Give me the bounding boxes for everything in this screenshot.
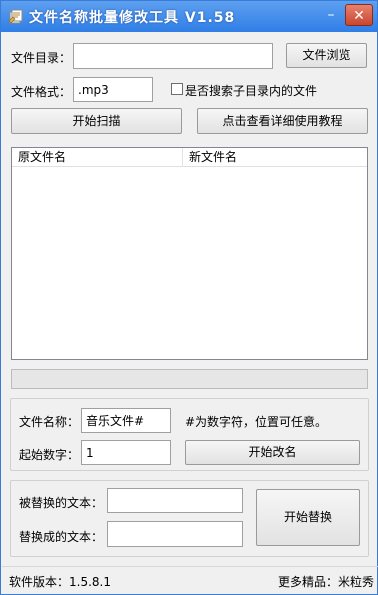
tutorial-button[interactable]: 点击查看详细使用教程 xyxy=(197,108,368,134)
column-original-name[interactable]: 原文件名 xyxy=(12,148,183,167)
minimize-button[interactable]: – xyxy=(319,4,343,26)
rename-button[interactable]: 开始改名 xyxy=(185,440,360,465)
name-pattern-input[interactable]: 音乐文件# xyxy=(81,408,171,433)
dir-input[interactable] xyxy=(73,43,273,69)
start-number-label: 起始数字： xyxy=(19,448,80,462)
browse-button[interactable]: 文件浏览 xyxy=(286,43,367,68)
column-new-name[interactable]: 新文件名 xyxy=(183,148,367,167)
more-products-link[interactable]: 更多精品：米粒秀 xyxy=(278,573,374,590)
replace-from-label: 被替换的文本： xyxy=(19,496,104,510)
close-button[interactable]: ✕ xyxy=(345,4,373,26)
replace-from-input[interactable] xyxy=(107,488,243,513)
window-title: 文件名称批量修改工具 V1.58 xyxy=(29,10,236,26)
scan-button[interactable]: 开始扫描 xyxy=(11,108,182,134)
name-label: 文件名称： xyxy=(19,415,80,429)
minimize-icon: – xyxy=(327,7,335,23)
close-icon: ✕ xyxy=(353,8,365,24)
dir-label: 文件目录： xyxy=(11,51,72,65)
subdir-label: 是否搜索子目录内的文件 xyxy=(185,84,318,98)
format-label: 文件格式： xyxy=(11,85,72,99)
app-window: 文件名称批量修改工具 V1.58 – ✕ 文件目录： 文件浏览 文件格式： .m… xyxy=(0,0,378,595)
title-bar[interactable]: 文件名称批量修改工具 V1.58 – ✕ xyxy=(1,1,377,32)
file-list[interactable]: 原文件名 新文件名 xyxy=(11,147,368,360)
replace-to-label: 替换成的文本： xyxy=(19,530,104,544)
progress-bar xyxy=(11,369,368,389)
app-icon xyxy=(8,9,23,24)
replace-button[interactable]: 开始替换 xyxy=(256,489,360,546)
format-input[interactable]: .mp3 xyxy=(73,77,153,102)
status-bar: 软件版本：1.5.8.1 更多精品：米粒秀 xyxy=(2,566,378,595)
start-number-input[interactable]: 1 xyxy=(81,440,171,465)
replace-to-input[interactable] xyxy=(107,521,243,547)
list-header: 原文件名 新文件名 xyxy=(12,148,367,167)
name-hint: #为数字符，位置可任意。 xyxy=(185,415,328,429)
version-text: 软件版本：1.5.8.1 xyxy=(9,575,111,589)
subdir-checkbox[interactable] xyxy=(171,83,183,95)
